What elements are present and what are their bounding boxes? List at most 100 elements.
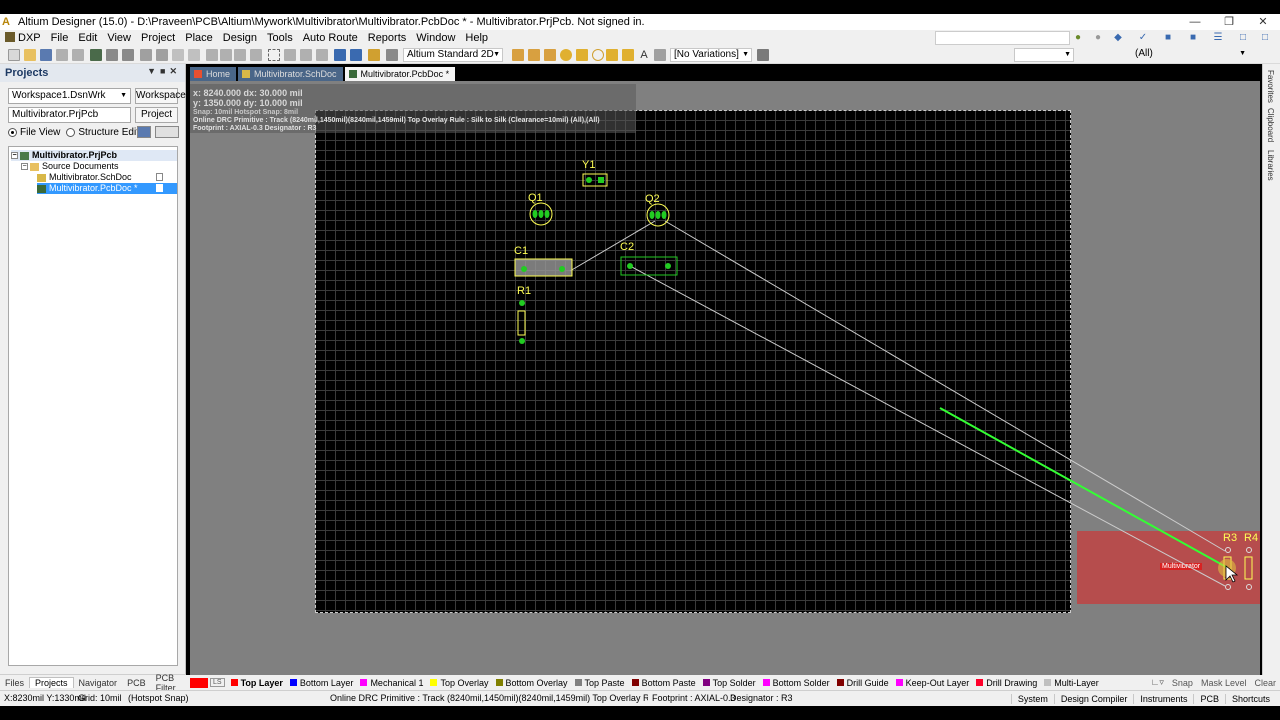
close-icon[interactable]: ✕ xyxy=(1246,14,1280,30)
favorites-tab[interactable]: Favorites xyxy=(1266,70,1275,103)
tree-item-source-documents[interactable]: − Source Documents xyxy=(21,161,171,172)
menu-edit[interactable]: Edit xyxy=(73,32,102,44)
pcb-workspace[interactable]: x: 8240.000 dx: 30.000 mil y: 1350.000 d… xyxy=(190,81,1260,675)
layer-tab-drill-guide[interactable]: Drill Guide xyxy=(836,678,889,688)
current-layer-swatch[interactable] xyxy=(190,677,208,688)
collapse-icon[interactable]: − xyxy=(21,163,28,170)
libraries-tab[interactable]: Libraries xyxy=(1266,150,1275,181)
menu-view[interactable]: View xyxy=(102,32,136,44)
route-icon[interactable] xyxy=(512,49,524,61)
menu-dxp[interactable]: DXP xyxy=(0,32,46,44)
layer-tab-top-layer[interactable]: Top Layer xyxy=(230,678,283,688)
window-icon[interactable]: □ xyxy=(1236,32,1250,44)
redo-icon[interactable] xyxy=(350,49,362,61)
status-design-compiler-button[interactable]: Design Compiler xyxy=(1053,694,1134,704)
file-view-radio[interactable] xyxy=(8,128,17,137)
status-shortcuts-button[interactable]: Shortcuts xyxy=(1224,694,1276,704)
mask-level-button[interactable]: Mask Level xyxy=(1201,678,1247,688)
menu-file[interactable]: File xyxy=(46,32,74,44)
layer-tab-top-solder[interactable]: Top Solder xyxy=(702,678,756,688)
component-icon[interactable]: ■ xyxy=(1186,32,1200,44)
project-options-icon[interactable] xyxy=(137,126,151,138)
layer-tab-mechanical-1[interactable]: Mechanical 1 xyxy=(360,678,423,688)
layer-tab-drill-drawing[interactable]: Drill Drawing xyxy=(976,678,1037,688)
save-icon[interactable] xyxy=(40,49,52,61)
layers-icon[interactable] xyxy=(90,49,102,61)
undo-icon[interactable] xyxy=(334,49,346,61)
via-icon[interactable] xyxy=(576,49,588,61)
tab-navigator[interactable]: Navigator xyxy=(74,678,123,688)
menu-design[interactable]: Design xyxy=(218,32,262,44)
cut-icon[interactable] xyxy=(206,49,218,61)
project-menu-icon[interactable] xyxy=(155,126,179,138)
pad-icon[interactable] xyxy=(560,49,572,61)
menu-help[interactable]: Help xyxy=(460,32,493,44)
clear-filter-icon[interactable] xyxy=(316,49,328,61)
structure-editor-radio[interactable] xyxy=(66,128,76,137)
select-area-icon[interactable] xyxy=(268,49,280,61)
nav-back-icon[interactable]: ● xyxy=(1071,32,1085,44)
new-file-icon[interactable] xyxy=(8,49,20,61)
print-icon[interactable] xyxy=(56,49,68,61)
filter-select[interactable]: ▼ xyxy=(1014,48,1074,62)
doc-tab-home[interactable]: Home xyxy=(190,67,237,81)
copy-icon[interactable] xyxy=(220,49,232,61)
layer-tab-top-overlay[interactable]: Top Overlay xyxy=(430,678,489,688)
menu-project[interactable]: Project xyxy=(136,32,180,44)
paste-icon[interactable] xyxy=(234,49,246,61)
browse-icon[interactable] xyxy=(386,49,398,61)
snap-button[interactable]: Snap xyxy=(1172,678,1193,688)
tab-projects[interactable]: Projects xyxy=(29,677,74,688)
layer-tab-keep-out[interactable]: Keep-Out Layer xyxy=(895,678,969,688)
rubber-stamp-icon[interactable] xyxy=(250,49,262,61)
multi-route-icon[interactable] xyxy=(544,49,556,61)
align-icon[interactable]: ☰ xyxy=(1211,32,1225,44)
layer-set-icon[interactable]: LS xyxy=(210,678,225,687)
search-input[interactable] xyxy=(935,31,1070,45)
minimize-icon[interactable]: — xyxy=(1178,14,1212,30)
layer-tab-bottom-paste[interactable]: Bottom Paste xyxy=(631,678,696,688)
variations-select[interactable]: [No Variations] ▼ xyxy=(670,48,752,62)
zoom-selected-icon[interactable] xyxy=(156,49,168,61)
wiring-icon[interactable]: ✓ xyxy=(1136,32,1150,44)
layer-tab-bottom-layer[interactable]: Bottom Layer xyxy=(289,678,353,688)
variant-manager-icon[interactable] xyxy=(757,49,769,61)
doc-tab-pcbdoc[interactable]: Multivibrator.PcbDoc * xyxy=(344,67,456,81)
deselect-icon[interactable] xyxy=(300,49,312,61)
string-icon[interactable]: A xyxy=(638,49,650,61)
open-folder-icon[interactable] xyxy=(24,49,36,61)
menu-place[interactable]: Place xyxy=(180,32,218,44)
move-icon[interactable] xyxy=(284,49,296,61)
zoom-filter-icon[interactable] xyxy=(172,49,184,61)
cross-probe-icon[interactable] xyxy=(368,49,380,61)
menu-auto-route[interactable]: Auto Route xyxy=(298,32,363,44)
zoom-clear-icon[interactable] xyxy=(188,49,200,61)
maximize-icon[interactable]: ❐ xyxy=(1212,14,1246,30)
menu-tools[interactable]: Tools xyxy=(262,32,298,44)
project-field[interactable]: Multivibrator.PrjPcb xyxy=(8,107,131,123)
tab-files[interactable]: Files xyxy=(0,678,29,688)
print-preview-icon[interactable] xyxy=(72,49,84,61)
polygon-icon[interactable] xyxy=(622,49,634,61)
panel-controls[interactable]: ▼■✕ xyxy=(147,66,181,77)
arc-icon[interactable] xyxy=(592,49,604,61)
menu-window[interactable]: Window xyxy=(411,32,460,44)
status-pcb-button[interactable]: PCB xyxy=(1193,694,1225,704)
doc-tab-schdoc[interactable]: Multivibrator.SchDoc xyxy=(238,67,343,81)
clear-button[interactable]: Clear xyxy=(1254,678,1276,688)
snap-options-icon[interactable]: ∟▿ xyxy=(1151,677,1164,688)
zoom-fit-icon[interactable] xyxy=(122,49,134,61)
clipboard-tab[interactable]: Clipboard xyxy=(1266,108,1275,142)
print-icon[interactable]: ■ xyxy=(1161,32,1175,44)
status-instruments-button[interactable]: Instruments xyxy=(1133,694,1193,704)
board-view-icon[interactable] xyxy=(106,49,118,61)
layer-tab-multi-layer[interactable]: Multi-Layer xyxy=(1044,678,1099,688)
workspace-button[interactable]: Workspace xyxy=(135,88,186,104)
layer-tab-bottom-solder[interactable]: Bottom Solder xyxy=(762,678,830,688)
fill-icon[interactable] xyxy=(606,49,618,61)
layer-tab-top-paste[interactable]: Top Paste xyxy=(574,678,625,688)
zoom-area-icon[interactable] xyxy=(140,49,152,61)
menu-reports[interactable]: Reports xyxy=(363,32,412,44)
tab-pcb[interactable]: PCB xyxy=(122,678,151,688)
workspace-select[interactable]: Workspace1.DsnWrk ▼ xyxy=(8,88,131,104)
